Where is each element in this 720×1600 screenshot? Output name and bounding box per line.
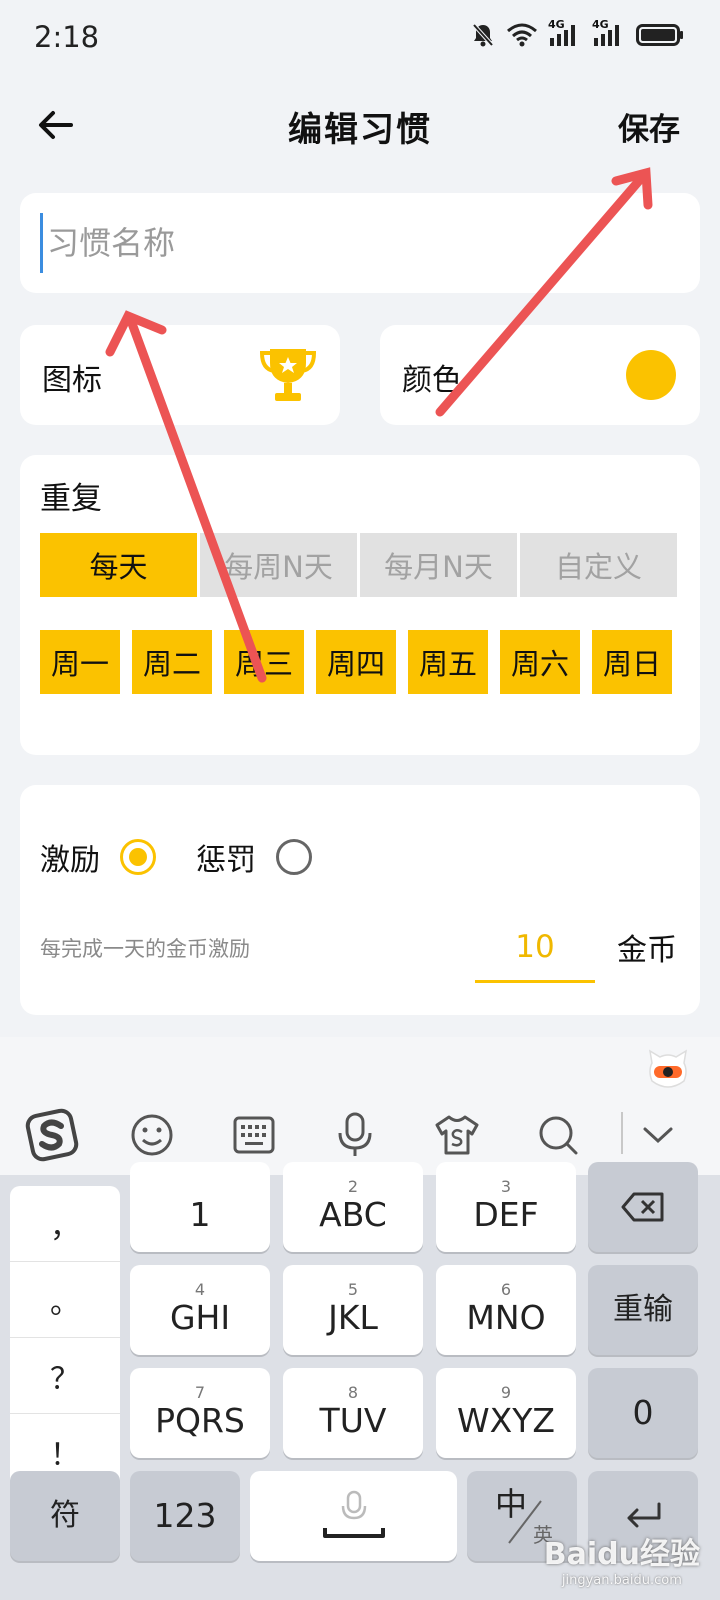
color-label: 颜色 (402, 363, 462, 398)
icon-selector[interactable]: 图标 (20, 325, 340, 425)
weekday-selector: 周一 周二 周三 周四 周五 周六 周日 (40, 630, 672, 694)
day-thu[interactable]: 周四 (316, 630, 396, 694)
day-fri[interactable]: 周五 (408, 630, 488, 694)
reward-card: 激励 惩罚 每完成一天的金币激励 金币 (20, 785, 700, 1015)
coin-unit-label: 金币 (617, 933, 677, 968)
key-abc[interactable]: 2 ABC (283, 1162, 423, 1252)
backspace-icon (621, 1192, 664, 1222)
page-title: 编辑习惯 (288, 110, 432, 150)
key-wxyz[interactable]: 9 WXYZ (436, 1368, 576, 1458)
emoji-icon[interactable] (122, 1105, 182, 1165)
signal-icon-2: 4G (592, 18, 626, 48)
status-icons: 4G 4G (470, 18, 684, 48)
habit-name-input[interactable] (40, 213, 680, 273)
baidu-watermark: Baidu经验 jingyan.baidu.com (544, 1529, 700, 1588)
repeat-mode-monthly[interactable]: 每月N天 (360, 533, 517, 597)
reward-mode-row: 激励 惩罚 (40, 835, 352, 879)
day-sat[interactable]: 周六 (500, 630, 580, 694)
icon-label: 图标 (42, 363, 102, 398)
sogou-logo-icon[interactable] (22, 1105, 82, 1165)
mascot-icon[interactable] (646, 1049, 690, 1091)
repeat-card: 重复 每天 每周N天 每月N天 自定义 周一 周二 周三 周四 周五 周六 周日 (20, 455, 700, 755)
color-swatch (626, 350, 676, 400)
zero-label: 0 (632, 1393, 654, 1432)
microphone-icon[interactable] (325, 1105, 385, 1165)
trophy-icon (259, 349, 317, 401)
color-selector[interactable]: 颜色 (380, 325, 700, 425)
key-ghi[interactable]: 4 GHI (130, 1265, 270, 1355)
punct-comma[interactable]: ， (10, 1186, 120, 1262)
punct-period[interactable]: 。 (10, 1262, 120, 1338)
repeat-mode-tabs: 每天 每周N天 每月N天 自定义 (40, 533, 677, 597)
key-pqrs-label: PQRS (155, 1401, 245, 1440)
battery-icon (636, 22, 684, 48)
repeat-mode-weekly[interactable]: 每周N天 (200, 533, 357, 597)
key-wxyz-label: WXYZ (456, 1401, 555, 1440)
keyboard-icon[interactable] (224, 1105, 284, 1165)
key-def-label: DEF (473, 1195, 539, 1234)
status-time: 2:18 (34, 20, 100, 54)
key-1-label: 1 (189, 1195, 211, 1234)
reenter-key[interactable]: 重输 (588, 1265, 698, 1355)
numbers-label: 123 (153, 1496, 217, 1535)
punctuation-column: ， 。 ？ ！ (10, 1186, 120, 1490)
search-icon[interactable] (528, 1105, 588, 1165)
key-def[interactable]: 3 DEF (436, 1162, 576, 1252)
toolbar-divider (621, 1112, 623, 1154)
coin-amount-input[interactable] (475, 913, 595, 983)
penalty-radio[interactable] (276, 839, 312, 875)
key-mno-label: MNO (466, 1298, 546, 1337)
signal-icon-1: 4G (548, 18, 582, 48)
status-bar: 2:18 4G 4G (0, 0, 720, 78)
mute-bell-icon (470, 22, 496, 48)
penalty-label: 惩罚 (196, 843, 256, 878)
punct-question[interactable]: ？ (10, 1338, 120, 1414)
key-1[interactable]: 1 (130, 1162, 270, 1252)
key-pqrs[interactable]: 7 PQRS (130, 1368, 270, 1458)
key-tuv-label: TUV (319, 1401, 387, 1440)
symbols-label: 符 (50, 1498, 80, 1533)
symbols-key[interactable]: 符 (10, 1471, 120, 1561)
space-mic-icon (322, 1490, 385, 1538)
wifi-icon (506, 22, 538, 48)
top-app-bar: 编辑习惯 保存 (0, 90, 720, 160)
reenter-label: 重输 (613, 1292, 673, 1327)
repeat-title: 重复 (40, 481, 102, 517)
key-abc-label: ABC (319, 1195, 387, 1234)
day-tue[interactable]: 周二 (132, 630, 212, 694)
zero-key[interactable]: 0 (588, 1368, 698, 1458)
day-mon[interactable]: 周一 (40, 630, 120, 694)
skin-icon[interactable] (427, 1105, 487, 1165)
save-button[interactable]: 保存 (618, 104, 680, 149)
watermark-text: Baidu经验 (543, 1537, 700, 1572)
incentive-label: 激励 (40, 843, 100, 878)
day-wed[interactable]: 周三 (224, 630, 304, 694)
space-key[interactable] (250, 1471, 457, 1561)
habit-name-card (20, 193, 700, 293)
key-tuv[interactable]: 8 TUV (283, 1368, 423, 1458)
key-jkl[interactable]: 5 JKL (283, 1265, 423, 1355)
key-mno[interactable]: 6 MNO (436, 1265, 576, 1355)
soft-keyboard: ， 。 ？ ！ 1 2 ABC 3 DEF 4 GHI 5 JKL 6 MNO … (0, 1037, 720, 1600)
delete-key[interactable] (588, 1162, 698, 1252)
numbers-key[interactable]: 123 (130, 1471, 240, 1561)
chevron-down-icon[interactable] (628, 1105, 688, 1165)
repeat-mode-daily[interactable]: 每天 (40, 533, 197, 597)
enter-icon (627, 1502, 661, 1528)
day-sun[interactable]: 周日 (592, 630, 672, 694)
key-jkl-label: JKL (328, 1298, 378, 1337)
keyboard-toolbar (0, 1037, 720, 1175)
reward-description: 每完成一天的金币激励 (40, 937, 250, 961)
repeat-mode-custom[interactable]: 自定义 (520, 533, 677, 597)
key-ghi-label: GHI (169, 1298, 231, 1337)
watermark-url: jingyan.baidu.com (561, 1573, 682, 1588)
incentive-radio[interactable] (120, 839, 156, 875)
